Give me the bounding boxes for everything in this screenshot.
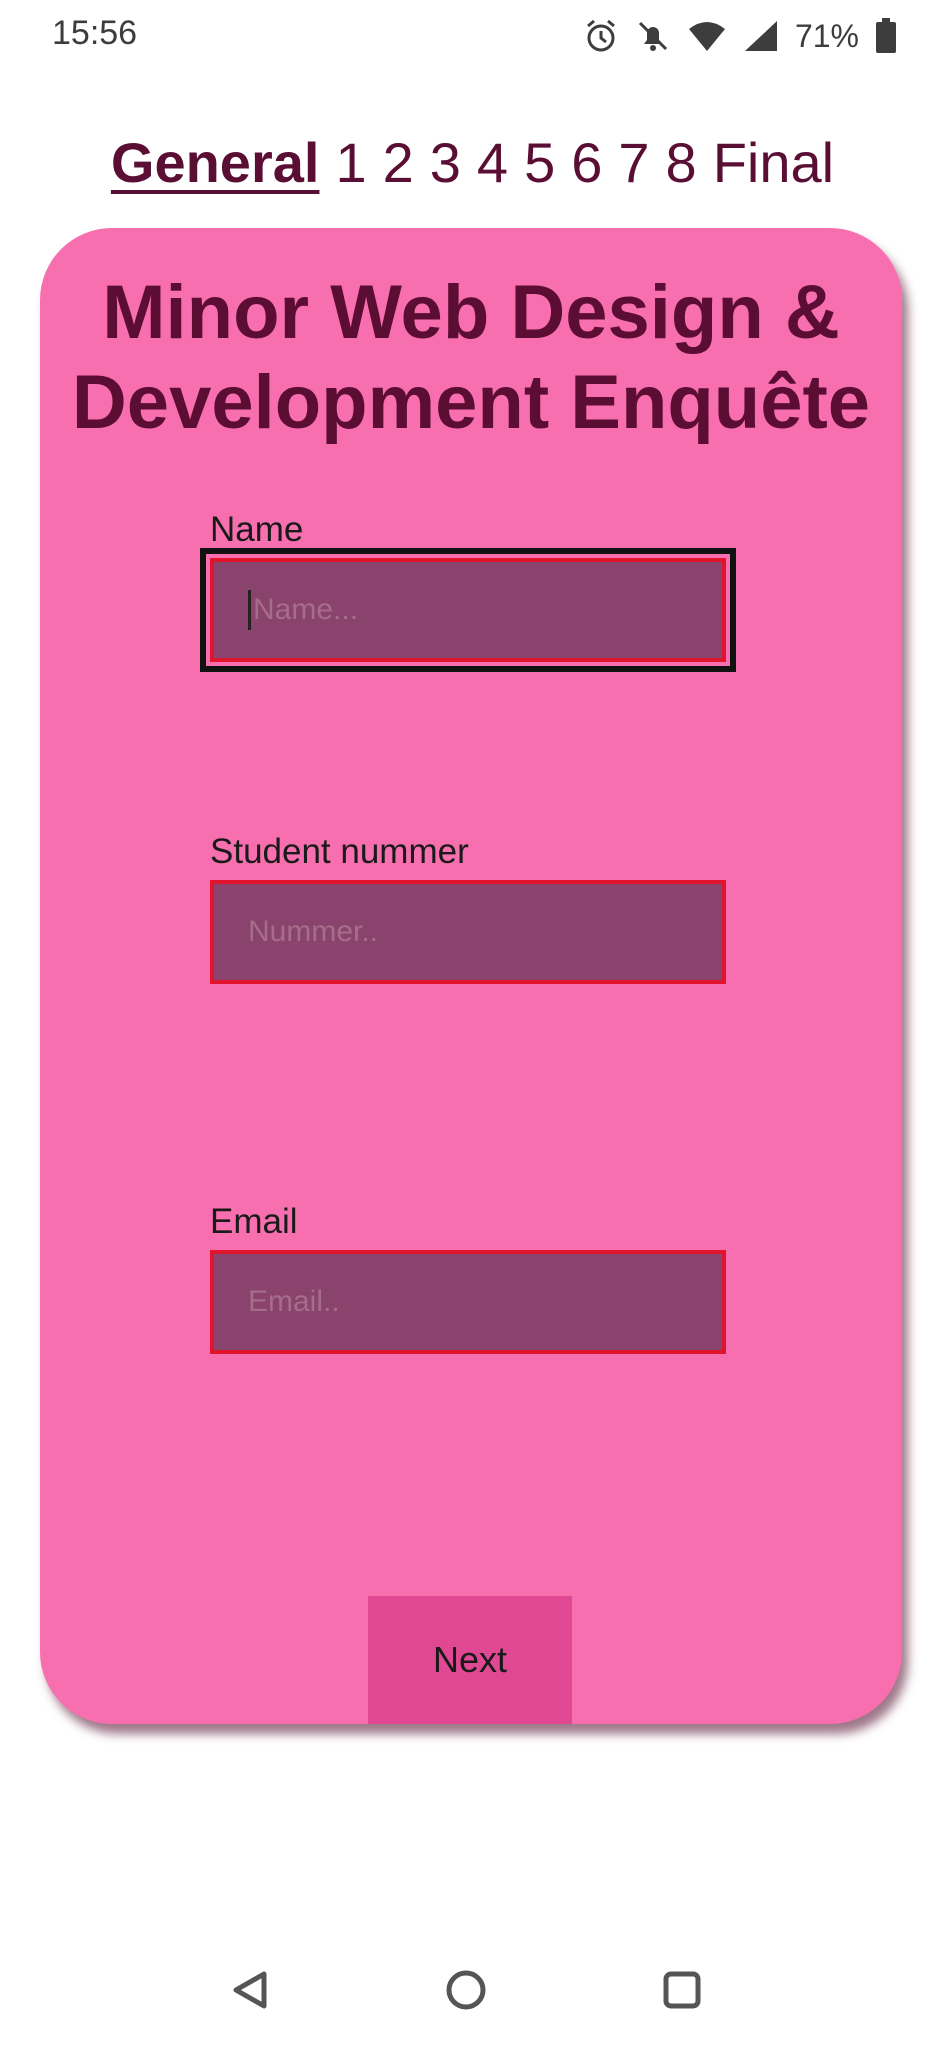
step-3[interactable]: 3 xyxy=(430,131,461,194)
status-bar: 15:56 71% xyxy=(0,0,945,70)
title-line-1: Minor Web Design & xyxy=(102,270,840,355)
step-navigation: General 1 2 3 4 5 6 7 8 Final xyxy=(0,130,945,195)
name-placeholder: Name... xyxy=(253,593,359,626)
wifi-icon xyxy=(688,22,725,51)
name-input[interactable]: Name... xyxy=(200,548,736,672)
step-6[interactable]: 6 xyxy=(571,131,602,194)
alarm-icon xyxy=(586,19,615,52)
name-label: Name xyxy=(210,510,304,549)
step-1[interactable]: 1 xyxy=(335,131,366,194)
page-title: Minor Web Design & Development Enquête xyxy=(40,268,902,448)
email-placeholder: Email.. xyxy=(248,1285,340,1318)
recents-button[interactable] xyxy=(652,1960,712,2020)
email-input[interactable]: Email.. xyxy=(210,1250,726,1354)
signal-icon xyxy=(744,21,777,51)
student-number-input[interactable]: Nummer.. xyxy=(210,880,726,984)
step-4[interactable]: 4 xyxy=(477,131,508,194)
step-7[interactable]: 7 xyxy=(618,131,649,194)
step-5[interactable]: 5 xyxy=(524,131,555,194)
survey-card: Minor Web Design & Development Enquête N… xyxy=(40,228,902,1724)
student-number-label: Student nummer xyxy=(210,832,469,871)
student-number-placeholder: Nummer.. xyxy=(248,915,379,948)
back-icon xyxy=(233,1971,267,2009)
status-time: 15:56 xyxy=(52,14,138,52)
status-icons: 71% xyxy=(583,14,897,58)
recents-icon xyxy=(663,1971,701,2009)
email-label: Email xyxy=(210,1202,298,1241)
battery-icon xyxy=(876,18,896,53)
title-line-2: Development Enquête xyxy=(71,360,871,445)
next-button[interactable]: Next xyxy=(368,1596,572,1724)
back-button[interactable] xyxy=(220,1960,280,2020)
step-general[interactable]: General xyxy=(111,131,320,194)
battery-percent: 71% xyxy=(794,17,859,54)
home-button[interactable] xyxy=(436,1960,496,2020)
step-final[interactable]: Final xyxy=(713,131,834,194)
text-caret xyxy=(248,590,251,630)
step-8[interactable]: 8 xyxy=(666,131,697,194)
home-icon xyxy=(446,1970,486,2010)
system-navigation-bar xyxy=(0,1940,945,2048)
notifications-off-icon xyxy=(638,21,668,51)
step-2[interactable]: 2 xyxy=(383,131,414,194)
